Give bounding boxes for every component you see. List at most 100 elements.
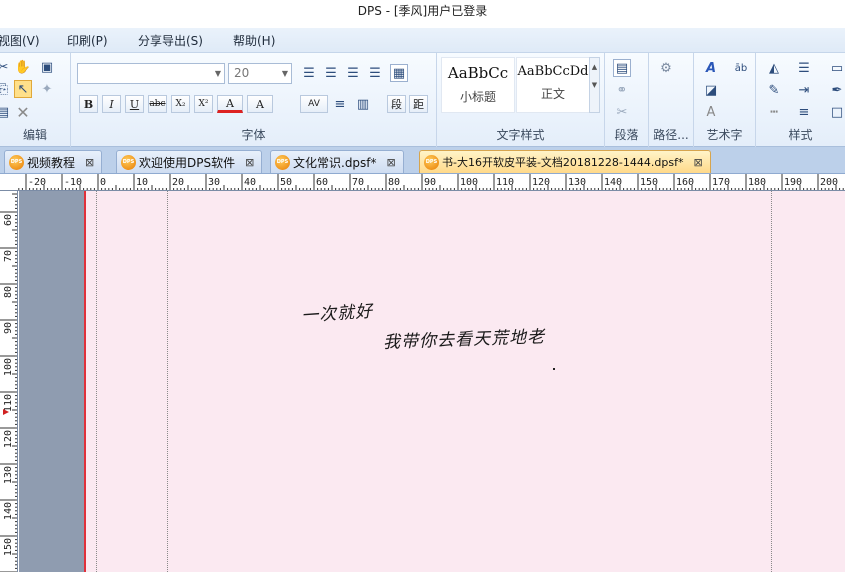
- dps-logo-icon: DPS: [275, 154, 290, 170]
- magic-wand-icon[interactable]: ✦: [38, 80, 56, 98]
- ink-dot: [553, 368, 555, 370]
- ruler-label: 60: [316, 177, 328, 188]
- style-gallery-scrollbar[interactable]: ▲ ▼: [589, 57, 600, 113]
- cut-icon[interactable]: ✂: [0, 58, 12, 76]
- paragraph-before-button[interactable]: 段: [387, 95, 406, 113]
- pasteboard-area: [19, 191, 84, 572]
- superscript-button[interactable]: X²: [194, 95, 213, 113]
- paragraph-after-button[interactable]: 距: [409, 95, 428, 113]
- tab-label: 视频教程: [27, 155, 76, 170]
- document-page[interactable]: 一次就好 我带你去看天荒地老: [84, 191, 845, 572]
- ruler-label: 180: [748, 177, 766, 188]
- tab-culture-knowledge[interactable]: DPS 文化常识.dpsf* ⊠: [270, 150, 404, 173]
- italic-button[interactable]: I: [102, 95, 121, 113]
- menu-share-export[interactable]: 分享导出(S): [138, 32, 203, 49]
- ruler-label: 130: [568, 177, 586, 188]
- margin-guide-left: [96, 191, 97, 572]
- underline-button[interactable]: U: [125, 95, 144, 113]
- vertical-ruler[interactable]: 60 70 80 90 100 110 120 130 140 150: [0, 191, 18, 572]
- shape-style-icon[interactable]: ▭: [828, 59, 845, 77]
- close-icon[interactable]: ⊠: [85, 156, 94, 169]
- fill-color-icon[interactable]: ◭: [765, 59, 783, 77]
- art-shape-icon[interactable]: ◪: [702, 81, 720, 99]
- close-icon[interactable]: ⊠: [693, 156, 702, 169]
- art-effect-icon[interactable]: A: [702, 103, 720, 121]
- pen-icon[interactable]: ✒: [828, 81, 845, 99]
- menu-help[interactable]: 帮助(H): [233, 32, 275, 49]
- image-tool-icon[interactable]: ▣: [38, 58, 56, 76]
- paste-icon[interactable]: ▤: [0, 103, 12, 121]
- dash-style-icon[interactable]: ┅: [765, 103, 783, 121]
- ruler-label: 140: [604, 177, 622, 188]
- art-text-group-label: 艺术字: [706, 128, 743, 142]
- line-color-icon[interactable]: ✎: [765, 81, 783, 99]
- close-icon[interactable]: ⊠: [245, 156, 254, 169]
- window-titlebar: DPS - [季风]用户已登录: [0, 0, 845, 28]
- hand-tool-icon[interactable]: ✋: [14, 58, 32, 76]
- align-left-icon[interactable]: ☰: [300, 64, 318, 82]
- edit-group-label: 编辑: [22, 128, 47, 142]
- ruler-label: 190: [784, 177, 802, 188]
- style-subtitle[interactable]: AaBbCc 小标题: [441, 57, 515, 113]
- line-spacing-icon[interactable]: ≡: [331, 95, 349, 113]
- indent-icon[interactable]: ⇥: [795, 81, 813, 99]
- bold-button[interactable]: B: [79, 95, 98, 113]
- margin-guide-inner: [167, 191, 168, 572]
- distribute-icon[interactable]: ▦: [390, 64, 408, 82]
- ruler-label: 80: [3, 286, 14, 298]
- ruler-label: 120: [3, 430, 14, 448]
- textbox-icon[interactable]: ▤: [613, 59, 631, 77]
- ruler-label: 150: [640, 177, 658, 188]
- handwriting-text-line2[interactable]: 我带你去看天荒地老: [383, 322, 546, 353]
- style-body[interactable]: AaBbCcDd 正文: [516, 57, 590, 113]
- horizontal-ruler-scale: -20 -10 0 10 20 30 40 50 60 70 80 90 100 110 120 130 140…: [18, 174, 844, 190]
- ruler-label: 10: [136, 177, 148, 188]
- handwriting-text-line1[interactable]: 一次就好: [300, 297, 374, 327]
- horizontal-ruler[interactable]: -20 -10 0 10 20 30 40 50 60 70 80 90 100 110 120 130 140…: [0, 174, 845, 191]
- window-title: DPS - [季风]用户已登录: [357, 4, 488, 18]
- font-name-select[interactable]: ▼: [77, 63, 225, 84]
- delete-icon[interactable]: ✕: [14, 103, 32, 122]
- menu-print[interactable]: 印刷(P): [67, 32, 108, 49]
- subscript-button[interactable]: X₂: [171, 95, 190, 113]
- columns-icon[interactable]: ▥: [354, 95, 372, 113]
- tab-welcome[interactable]: DPS 欢迎使用DPS软件 ⊠: [116, 150, 263, 173]
- link-icon[interactable]: ⚭: [613, 81, 631, 99]
- menu-bar: 视图(V) 印刷(P) 分享导出(S) 帮助(H): [0, 28, 845, 53]
- font-color-button[interactable]: A: [217, 95, 243, 113]
- path-group-label: 路径...: [653, 128, 689, 142]
- font-size-grow-button[interactable]: A: [247, 95, 273, 113]
- ruler-label: 120: [532, 177, 550, 188]
- align-justify-icon[interactable]: ☰: [366, 64, 384, 82]
- strikethrough-button[interactable]: abc: [148, 95, 167, 113]
- tab-label: 欢迎使用DPS软件: [139, 155, 236, 170]
- ruler-label: 70: [352, 177, 364, 188]
- text-style-group-label: 文字样式: [496, 128, 545, 142]
- box-icon[interactable]: □: [828, 103, 845, 121]
- menu-view[interactable]: 视图(V): [0, 32, 40, 49]
- document-tab-bar: DPS 视频教程 ⊠ DPS 欢迎使用DPS软件 ⊠ DPS 文化常识.dpsf…: [0, 147, 845, 174]
- close-icon[interactable]: ⊠: [387, 156, 396, 169]
- line-weight-icon[interactable]: ≡: [795, 103, 813, 121]
- ruler-label: 130: [3, 466, 14, 484]
- ruler-label: 80: [388, 177, 400, 188]
- unlink-icon[interactable]: ✂: [613, 103, 631, 121]
- font-group: ▼ 20 ▼ B I U abc X₂ X² A A ☰ ☰ ☰ ☰ ▦ AV …: [71, 53, 437, 147]
- list-icon[interactable]: ☰: [795, 59, 813, 77]
- tab-book-document[interactable]: DPS 书-大16开软皮平装-文档20181228-1444.dpsf* ⊠: [419, 150, 711, 173]
- select-arrow-icon[interactable]: ↖: [14, 80, 32, 98]
- art-text-icon[interactable]: A: [702, 59, 720, 77]
- align-right-icon[interactable]: ☰: [344, 64, 362, 82]
- align-center-icon[interactable]: ☰: [322, 64, 340, 82]
- char-spacing-button[interactable]: AV: [300, 95, 328, 113]
- art-text-group: A āb ◪ A 艺术字: [694, 53, 756, 147]
- path-gear-icon[interactable]: ⚙: [657, 59, 675, 77]
- ruler-label: 150: [3, 538, 14, 556]
- copy-icon[interactable]: ⎘: [0, 80, 12, 98]
- vertical-text-icon[interactable]: āb: [732, 59, 750, 77]
- font-size-select[interactable]: 20 ▼: [228, 63, 292, 84]
- chevron-down-icon: ▼: [281, 69, 289, 78]
- ruler-label: 200: [820, 177, 838, 188]
- ruler-label: 160: [676, 177, 694, 188]
- tab-video-tutorial[interactable]: DPS 视频教程 ⊠: [4, 150, 103, 173]
